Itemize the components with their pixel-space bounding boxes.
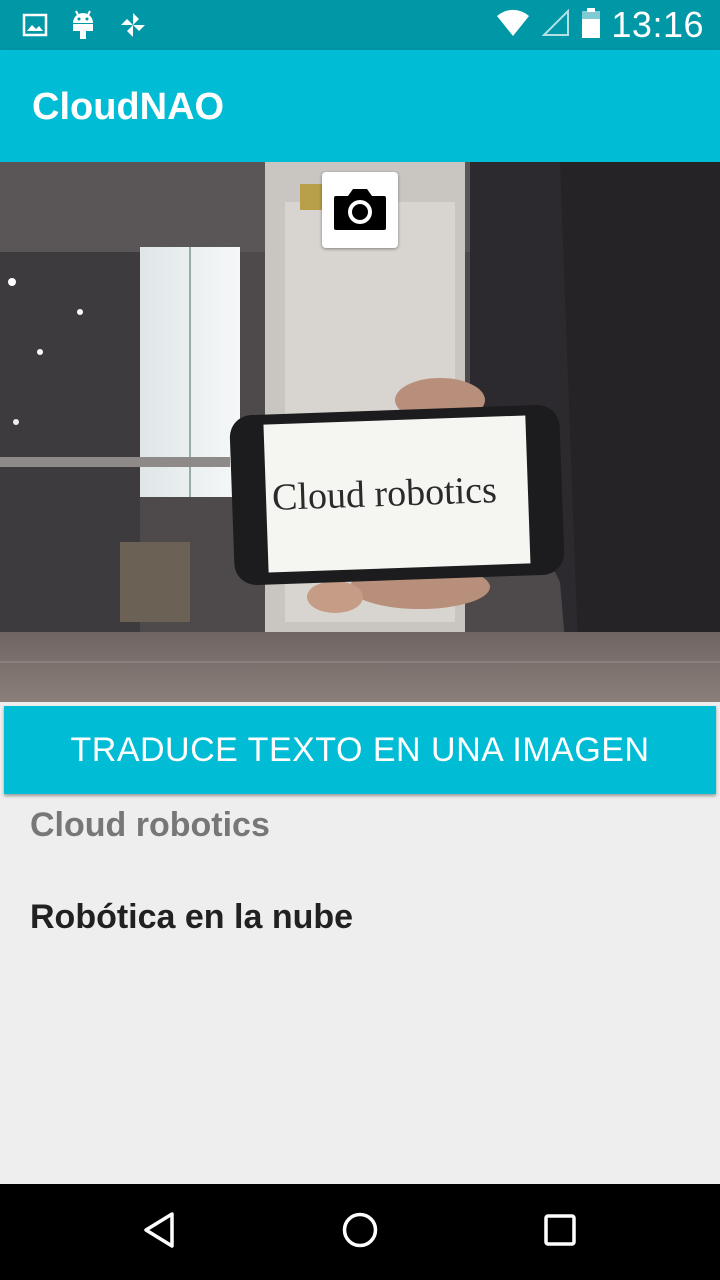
battery-icon xyxy=(581,7,601,44)
detected-text: Cloud robotics xyxy=(30,806,270,844)
wifi-icon xyxy=(495,8,531,43)
signal-icon xyxy=(541,8,571,43)
back-button[interactable] xyxy=(100,1184,220,1280)
recents-icon xyxy=(540,1210,580,1255)
translated-text: Robótica en la nube xyxy=(30,898,354,936)
clock: 13:16 xyxy=(611,4,704,45)
navigation-bar xyxy=(0,1184,720,1280)
android-icon xyxy=(70,9,96,46)
status-bar: 13:16 xyxy=(0,0,720,50)
app-title: CloudNAO xyxy=(32,86,225,128)
status-bar-left-icons xyxy=(22,9,148,46)
back-icon xyxy=(140,1210,180,1255)
app-bar: CloudNAO xyxy=(0,50,720,162)
home-button[interactable] xyxy=(300,1184,420,1280)
recents-button[interactable] xyxy=(500,1184,620,1280)
status-bar-right: 13:16 xyxy=(495,4,704,46)
phone-screen-text: Cloud robotics xyxy=(271,469,498,519)
camera-button[interactable] xyxy=(322,172,398,248)
image-icon xyxy=(22,12,48,43)
translate-image-text-button[interactable]: TRADUCE TEXTO EN UNA IMAGEN xyxy=(4,706,716,794)
camera-icon xyxy=(332,184,388,237)
pinwheel-icon xyxy=(118,10,148,45)
home-icon xyxy=(340,1210,380,1255)
